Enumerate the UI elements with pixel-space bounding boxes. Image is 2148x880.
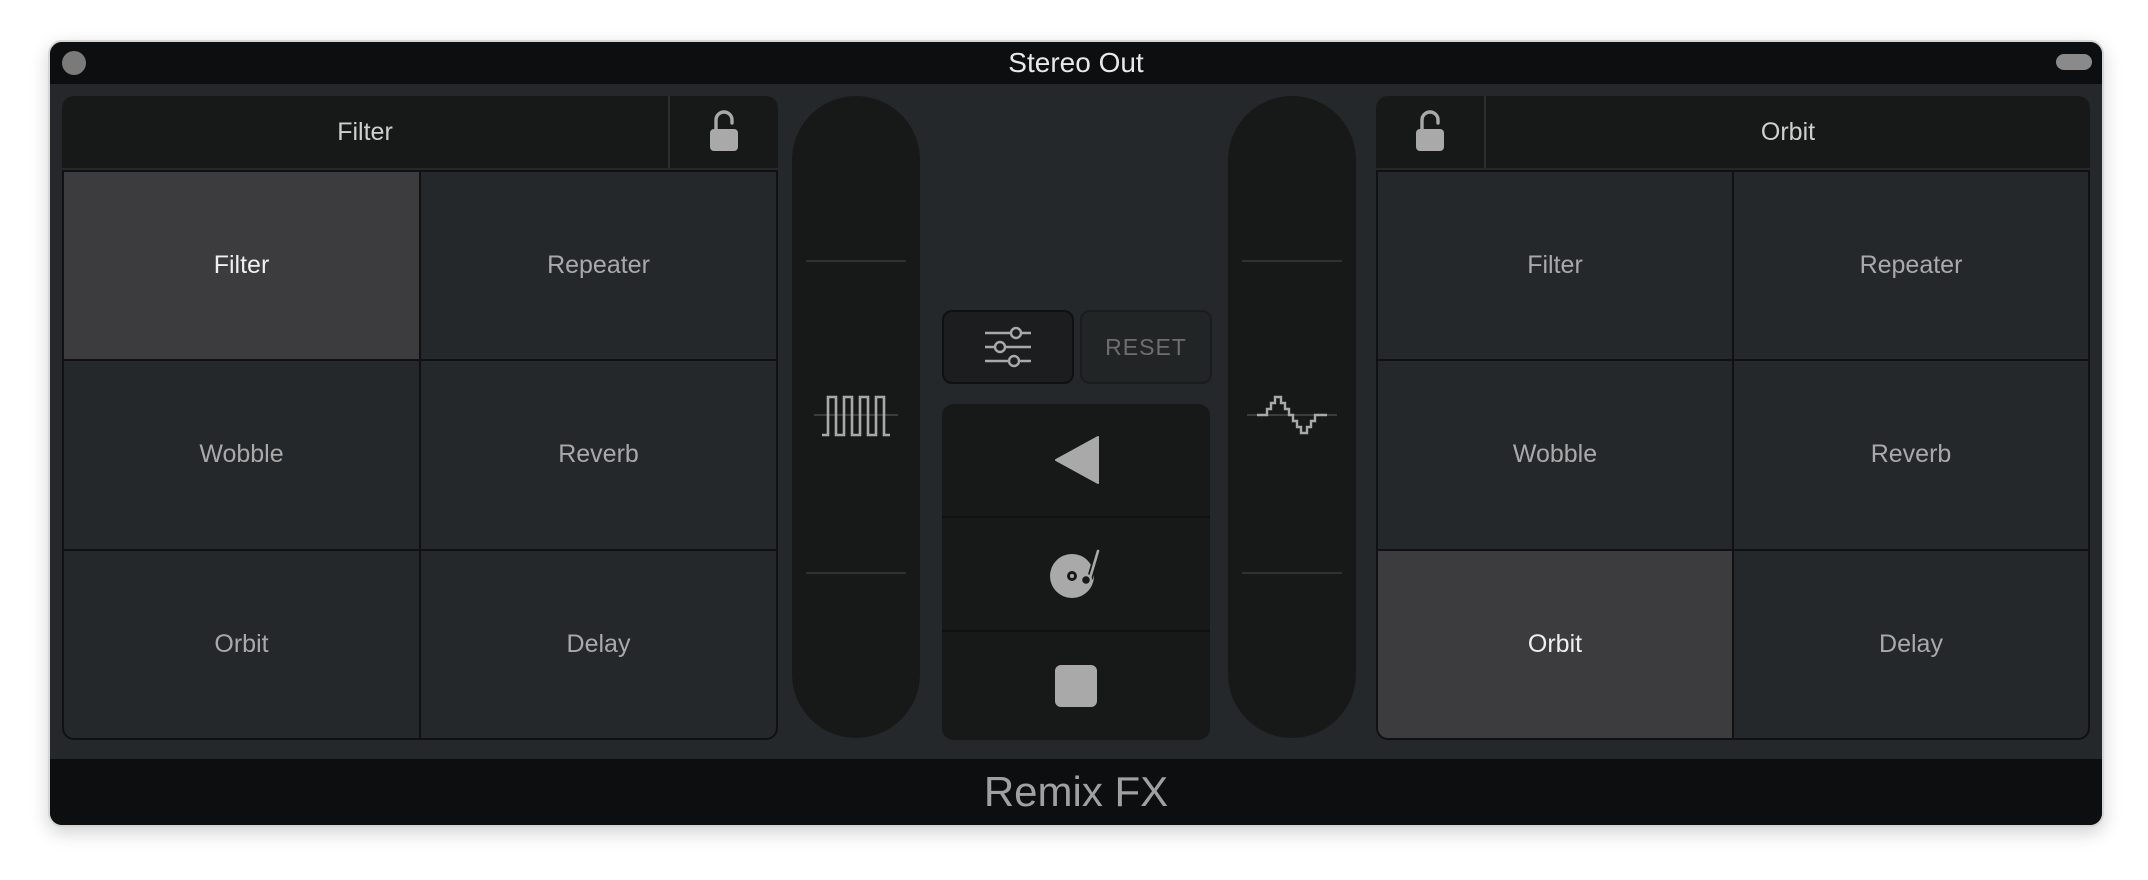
reverse-button[interactable] [942,404,1210,516]
unlocked-padlock-icon [1416,110,1444,151]
right-effect-header: Orbit [1376,96,2090,168]
left-effect-reverb[interactable]: Reverb [421,361,776,549]
plugin-name: Remix FX [983,768,1169,815]
title-bar: Stereo Out [50,42,2102,84]
collapse-toggle[interactable] [2056,54,2092,70]
left-effects-grid: Filter Repeater Wobble Reverb Orbit Dela… [62,170,778,740]
remix-fx-window: Stereo Out Filter Filter Repeater Wobble… [48,40,2104,827]
right-effects-grid: Filter Repeater Wobble Reverb Orbit Dela… [1376,170,2090,740]
left-effect-slider[interactable] [792,96,920,738]
stepped-sine-wave-icon [1247,395,1337,435]
right-effect-slider[interactable] [1228,96,1356,738]
right-selected-effect[interactable]: Orbit [1486,96,2090,168]
slider-tick [1242,572,1342,574]
stop-button[interactable] [942,632,1210,740]
window-title: Stereo Out [1008,47,1144,78]
right-effect-reverb[interactable]: Reverb [1734,361,2088,549]
unlocked-padlock-icon [710,110,738,151]
transport-controls [942,404,1210,740]
right-lock-button[interactable] [1376,96,1484,168]
square-wave-icon [814,395,898,437]
left-effect-orbit[interactable]: Orbit [64,550,419,738]
left-slider-handle[interactable] [792,386,920,446]
footer-bar: Remix FX [50,759,2102,825]
scratch-button[interactable] [942,518,1210,630]
slider-tick [1242,260,1342,262]
reverse-play-icon [1055,436,1099,484]
sliders-icon [985,326,1031,368]
left-effect-header: Filter [62,96,778,168]
right-slider-handle[interactable] [1228,386,1356,446]
slider-tick [806,260,906,262]
right-effect-delay[interactable]: Delay [1734,550,2088,738]
reset-button[interactable]: RESET [1080,310,1212,384]
effect-settings-button[interactable] [942,310,1074,384]
left-effect-wobble[interactable]: Wobble [64,361,419,549]
right-effect-orbit[interactable]: Orbit [1378,550,1732,738]
left-effect-filter[interactable]: Filter [64,172,419,360]
turntable-icon [1050,548,1101,598]
left-lock-button[interactable] [670,96,778,168]
right-effect-filter[interactable]: Filter [1378,172,1732,360]
left-effect-repeater[interactable]: Repeater [421,172,776,360]
left-selected-effect[interactable]: Filter [62,96,668,168]
stop-icon [1055,665,1097,707]
right-effect-repeater[interactable]: Repeater [1734,172,2088,360]
left-effect-delay[interactable]: Delay [421,550,776,738]
right-effect-wobble[interactable]: Wobble [1378,361,1732,549]
slider-tick [806,572,906,574]
